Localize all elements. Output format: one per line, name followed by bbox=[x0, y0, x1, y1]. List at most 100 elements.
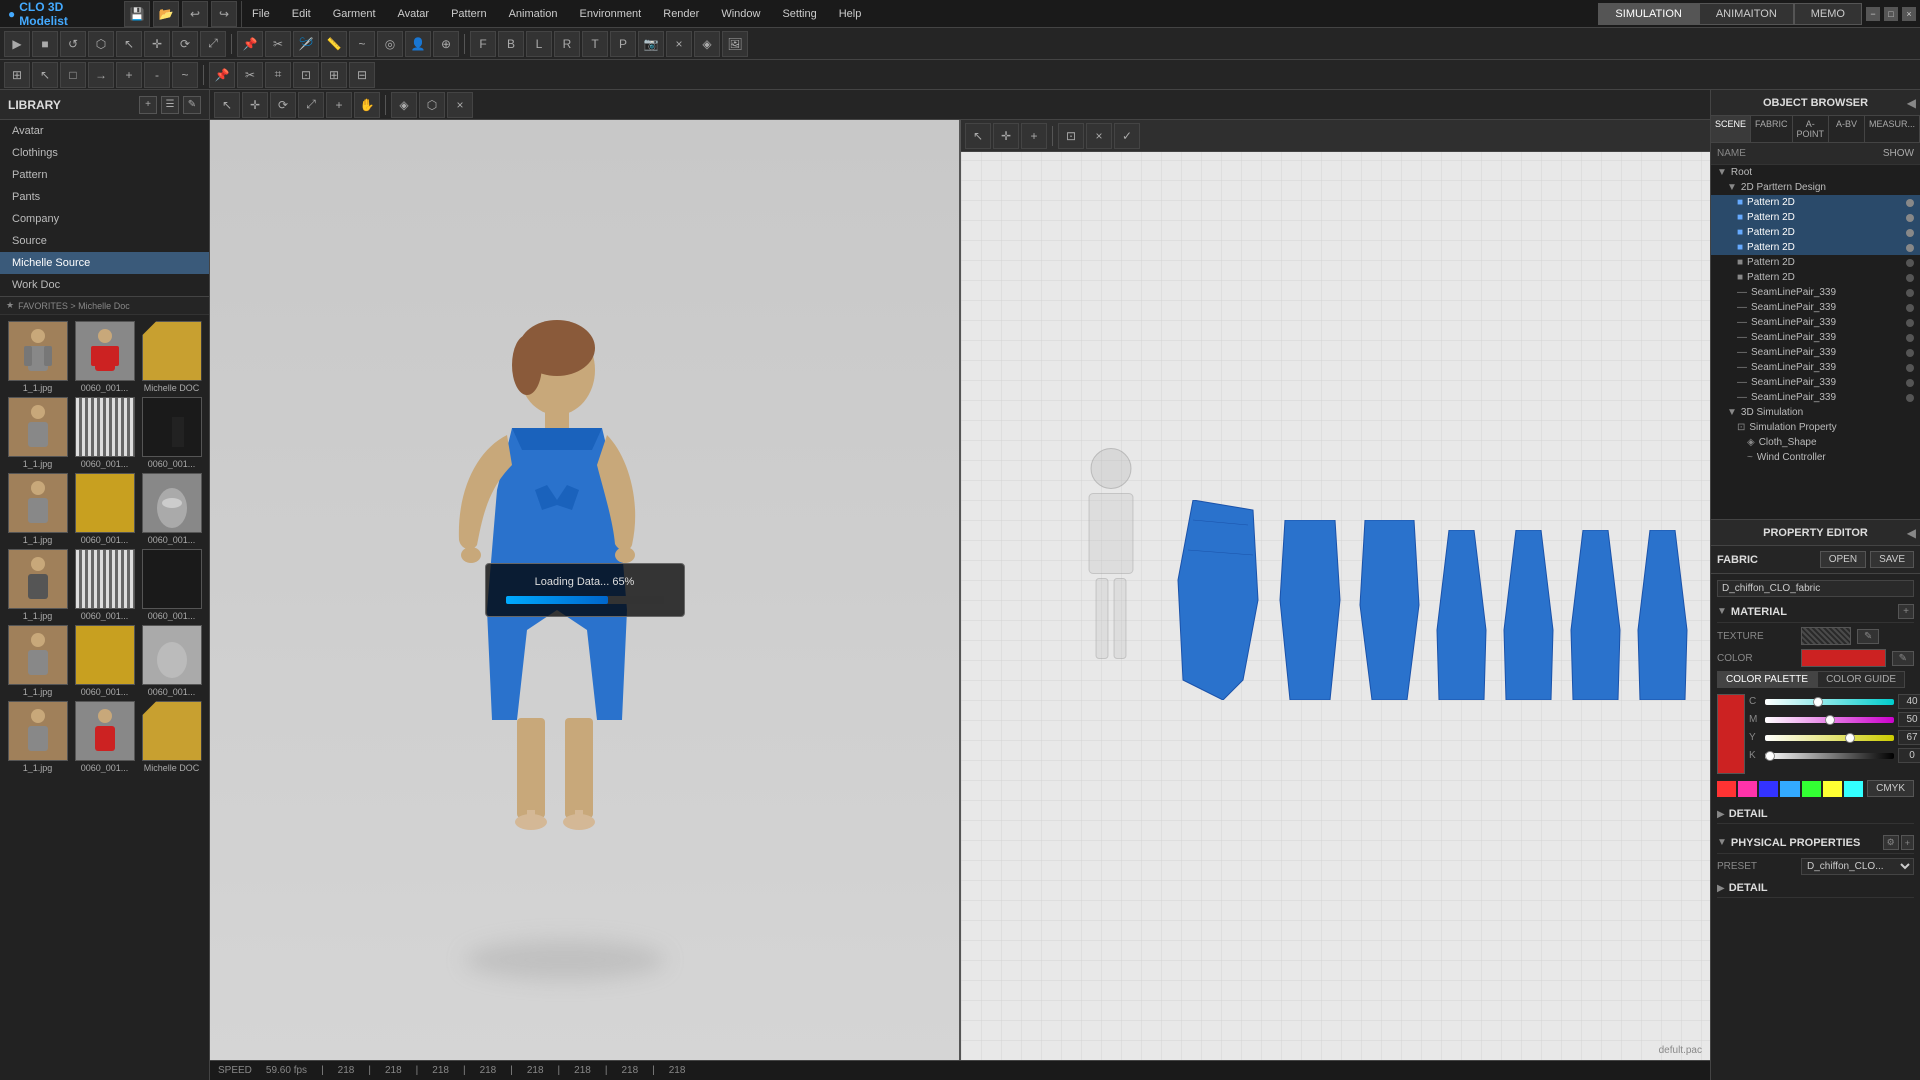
tb-avatar-btn[interactable]: 👤 bbox=[405, 31, 431, 57]
tree-item-seam-7[interactable]: — SeamLinePair_339 bbox=[1711, 375, 1920, 390]
tree-item-sim-property[interactable]: ⊡ Simulation Property bbox=[1711, 420, 1920, 435]
menu-avatar[interactable]: Avatar bbox=[388, 5, 440, 23]
obj-tree[interactable]: ▼ Root ▼ 2D Parttern Design ■ Pattern 2D… bbox=[1711, 165, 1920, 519]
tree-item-pattern2d-3[interactable]: ■ Pattern 2D bbox=[1711, 225, 1920, 240]
tab-measur[interactable]: MEASUR... bbox=[1865, 116, 1920, 142]
tree-item-seam-8[interactable]: — SeamLinePair_339 bbox=[1711, 390, 1920, 405]
list-item[interactable]: 0060_001... bbox=[140, 397, 203, 469]
cmyk-k-slider[interactable] bbox=[1765, 753, 1894, 759]
vp-tb-wire[interactable]: ⬡ bbox=[419, 92, 445, 118]
tree-item-root[interactable]: ▼ Root bbox=[1711, 165, 1920, 180]
tree-item-cloth-shape[interactable]: ◈ Cloth_Shape bbox=[1711, 435, 1920, 450]
lib-nav-pattern[interactable]: Pattern bbox=[0, 164, 209, 186]
viewport-3d[interactable]: Loading Data... 65% bbox=[210, 120, 961, 1060]
lib-nav-workdoc[interactable]: Work Doc bbox=[0, 274, 209, 296]
lib-add-icon[interactable]: + bbox=[139, 96, 157, 114]
tb-scale[interactable]: ⤢ bbox=[200, 31, 226, 57]
vp-tb-x2[interactable]: × bbox=[447, 92, 473, 118]
tb-more1[interactable]: ⊕ bbox=[433, 31, 459, 57]
tb2-arrow[interactable]: → bbox=[88, 62, 114, 88]
tree-item-seam-6[interactable]: — SeamLinePair_339 bbox=[1711, 360, 1920, 375]
tb2-select2[interactable]: ↖ bbox=[32, 62, 58, 88]
tree-item-seam-1[interactable]: — SeamLinePair_339 bbox=[1711, 285, 1920, 300]
vp-tb-move[interactable]: ✛ bbox=[242, 92, 268, 118]
v2d-sew[interactable]: ⊡ bbox=[1058, 123, 1084, 149]
menu-file[interactable]: File bbox=[242, 5, 280, 23]
vp-tb-scale[interactable]: ⤢ bbox=[298, 92, 324, 118]
swatch-6[interactable] bbox=[1823, 781, 1842, 797]
texture-preview[interactable] bbox=[1801, 627, 1851, 645]
list-item[interactable]: 0060_001... bbox=[73, 549, 136, 621]
list-item[interactable]: 0060_001... bbox=[73, 397, 136, 469]
tb-pin[interactable]: 📌 bbox=[237, 31, 263, 57]
vp-tb-fabric[interactable]: ◈ bbox=[391, 92, 417, 118]
tb2-grid[interactable]: ⊞ bbox=[4, 62, 30, 88]
tb2-rect[interactable]: □ bbox=[60, 62, 86, 88]
cmyk-mode-button[interactable]: CMYK bbox=[1867, 780, 1914, 797]
lib-edit-icon[interactable]: ✎ bbox=[183, 96, 201, 114]
tree-item-wind-ctrl[interactable]: ~ Wind Controller bbox=[1711, 450, 1920, 465]
tb2-add[interactable]: + bbox=[116, 62, 142, 88]
menu-garment[interactable]: Garment bbox=[323, 5, 386, 23]
swatch-3[interactable] bbox=[1759, 781, 1778, 797]
texture-edit-btn[interactable]: ✎ bbox=[1857, 629, 1879, 644]
list-item[interactable]: 1_1.jpg bbox=[6, 321, 69, 393]
tab-memo[interactable]: MEMO bbox=[1794, 3, 1862, 25]
tree-item-seam-2[interactable]: — SeamLinePair_339 bbox=[1711, 300, 1920, 315]
v2d-x[interactable]: × bbox=[1086, 123, 1112, 149]
tb2-cut2[interactable]: ✂ bbox=[237, 62, 263, 88]
minimize-button[interactable]: − bbox=[1866, 7, 1880, 21]
lib-nav-pants[interactable]: Pants bbox=[0, 186, 209, 208]
color-edit-btn[interactable]: ✎ bbox=[1892, 651, 1914, 666]
tab-scene[interactable]: SCENE bbox=[1711, 116, 1751, 142]
tb2-fold[interactable]: ⊟ bbox=[349, 62, 375, 88]
tb2-remove[interactable]: - bbox=[144, 62, 170, 88]
color-preview-box[interactable] bbox=[1801, 649, 1886, 667]
library-scroll[interactable]: ★ FAVORITES > Michelle Doc 1_1.jpg bbox=[0, 297, 209, 1080]
menu-pattern[interactable]: Pattern bbox=[441, 5, 496, 23]
list-item[interactable]: 0060_001... bbox=[140, 625, 203, 697]
list-item[interactable]: 0060_001... bbox=[73, 473, 136, 545]
tb-snapshot[interactable]: 🖼 bbox=[722, 31, 748, 57]
prop-editor-collapse[interactable]: ◀ bbox=[1907, 526, 1916, 540]
maximize-button[interactable]: □ bbox=[1884, 7, 1898, 21]
vp-tb-pan[interactable]: ✋ bbox=[354, 92, 380, 118]
physical-settings-btn[interactable]: ⚙ bbox=[1883, 835, 1899, 850]
list-item[interactable]: 0060_001... bbox=[73, 321, 136, 393]
tb-snap[interactable]: ◎ bbox=[377, 31, 403, 57]
vp-tb-rotate[interactable]: ⟳ bbox=[270, 92, 296, 118]
material-expand-btn[interactable]: + bbox=[1898, 604, 1914, 619]
menu-animation[interactable]: Animation bbox=[499, 5, 568, 23]
tb2-seam[interactable]: ⌗ bbox=[265, 62, 291, 88]
swatch-1[interactable] bbox=[1717, 781, 1736, 797]
swatch-7[interactable] bbox=[1844, 781, 1863, 797]
cmyk-y-slider[interactable] bbox=[1765, 735, 1894, 741]
tb-right[interactable]: R bbox=[554, 31, 580, 57]
undo-button[interactable]: ↩ bbox=[182, 1, 208, 27]
menu-render[interactable]: Render bbox=[653, 5, 709, 23]
tb-simulate[interactable]: ▶ bbox=[4, 31, 30, 57]
redo-button[interactable]: ↪ bbox=[211, 1, 237, 27]
swatch-2[interactable] bbox=[1738, 781, 1757, 797]
tab-simulation[interactable]: SIMULATION bbox=[1598, 3, 1698, 25]
tb-render[interactable]: ◈ bbox=[694, 31, 720, 57]
list-item[interactable]: 1_1.jpg bbox=[6, 549, 69, 621]
physical-add-btn[interactable]: + bbox=[1901, 835, 1914, 850]
tb2-unfold[interactable]: ⊞ bbox=[321, 62, 347, 88]
tree-item-pattern2d-5[interactable]: ■ Pattern 2D bbox=[1711, 255, 1920, 270]
tb-back[interactable]: B bbox=[498, 31, 524, 57]
tb2-pin2[interactable]: 📌 bbox=[209, 62, 235, 88]
tb-camera[interactable]: 📷 bbox=[638, 31, 664, 57]
lib-nav-source[interactable]: Source bbox=[0, 230, 209, 252]
list-item[interactable]: Michelle DOC bbox=[140, 701, 203, 773]
list-item[interactable]: 1_1.jpg bbox=[6, 701, 69, 773]
viewport-2d[interactable]: ↖ ✛ + ⊡ × ✓ bbox=[961, 120, 1710, 1060]
lib-menu-icon[interactable]: ☰ bbox=[161, 96, 179, 114]
lib-nav-avatar[interactable]: Avatar bbox=[0, 120, 209, 142]
tree-item-pattern2d-6[interactable]: ■ Pattern 2D bbox=[1711, 270, 1920, 285]
tb-x[interactable]: × bbox=[666, 31, 692, 57]
tb-reset[interactable]: ↺ bbox=[60, 31, 86, 57]
tree-item-2d-design[interactable]: ▼ 2D Parttern Design bbox=[1711, 180, 1920, 195]
tab-abv[interactable]: A-BV bbox=[1829, 116, 1865, 142]
list-item[interactable]: 1_1.jpg bbox=[6, 473, 69, 545]
